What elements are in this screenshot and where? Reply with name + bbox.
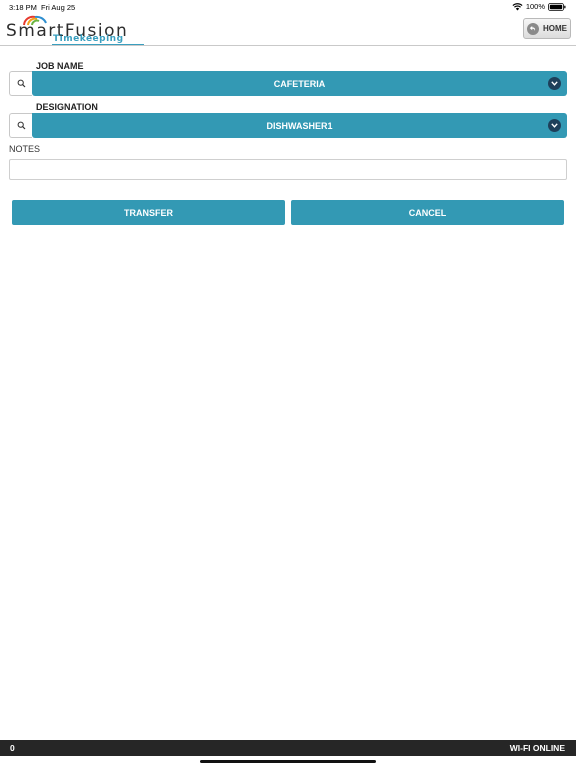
- chevron-down-icon: [548, 77, 561, 90]
- job-name-picker: CAFETERIA: [9, 71, 567, 96]
- status-date: Fri Aug 25: [41, 3, 76, 12]
- cancel-button-label: CANCEL: [408, 207, 447, 218]
- job-name-value: CAFETERIA: [273, 78, 326, 89]
- designation-select[interactable]: DISHWASHER1: [32, 113, 567, 138]
- designation-label: DESIGNATION: [36, 102, 98, 112]
- notes-label: NOTES: [9, 144, 41, 154]
- job-name-select[interactable]: CAFETERIA: [32, 71, 567, 96]
- notes-input[interactable]: [9, 159, 567, 180]
- designation-search-button[interactable]: [9, 113, 32, 138]
- job-name-label: JOB NAME: [36, 61, 84, 71]
- home-indicator[interactable]: [200, 760, 376, 763]
- transfer-button[interactable]: TRANSFER: [12, 200, 285, 225]
- designation-picker: DISHWASHER1: [9, 113, 567, 138]
- status-indicators: 100%: [512, 2, 566, 11]
- pending-count: 0: [10, 743, 15, 753]
- battery-icon: [548, 2, 566, 11]
- status-time: 3:18 PM: [9, 3, 37, 12]
- home-button-label: HOME: [543, 24, 567, 33]
- transfer-button-label: TRANSFER: [124, 207, 173, 218]
- search-icon: [17, 121, 25, 130]
- job-name-search-button[interactable]: [9, 71, 32, 96]
- logo-sub-text: Timekeeping: [53, 34, 124, 44]
- app-header: SmartFusion Timekeeping HOME: [0, 14, 576, 46]
- cancel-button[interactable]: CANCEL: [291, 200, 564, 225]
- back-arrow-icon: [527, 22, 539, 35]
- battery-percent: 100%: [525, 2, 545, 11]
- connection-status: WI-FI ONLINE: [509, 743, 565, 753]
- wifi-icon: [512, 2, 523, 11]
- status-bar: 3:18 PM Fri Aug 25 100%: [0, 0, 576, 14]
- smartfusion-logo: SmartFusion Timekeeping: [6, 14, 146, 46]
- designation-value: DISHWASHER1: [266, 120, 333, 131]
- footer-bar: 0 WI-FI ONLINE: [0, 740, 576, 756]
- search-icon: [17, 79, 25, 88]
- logo-underline: [52, 44, 144, 45]
- chevron-down-icon: [548, 119, 561, 132]
- home-button[interactable]: HOME: [523, 18, 571, 39]
